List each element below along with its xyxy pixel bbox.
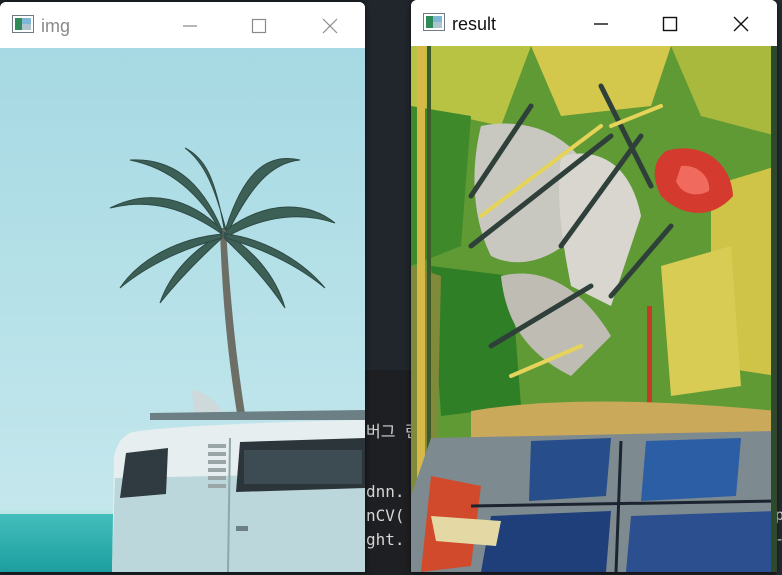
result-titlebar[interactable]: result bbox=[411, 0, 777, 46]
result-window[interactable]: result bbox=[411, 0, 777, 572]
close-icon bbox=[322, 18, 338, 34]
minimize-button[interactable] bbox=[175, 11, 205, 41]
img-titlebar[interactable]: img bbox=[0, 2, 365, 48]
opencv-window-icon bbox=[423, 13, 445, 31]
maximize-button[interactable] bbox=[244, 11, 274, 41]
img-window[interactable]: img bbox=[0, 2, 365, 572]
stylized-result-image bbox=[411, 46, 777, 572]
maximize-button[interactable] bbox=[655, 9, 685, 39]
ide-text-line-4: ght. bbox=[366, 530, 405, 549]
minimize-icon bbox=[594, 23, 608, 25]
ide-text-line-2: dnn. bbox=[366, 482, 405, 501]
close-button[interactable] bbox=[315, 11, 345, 41]
minimize-icon bbox=[183, 25, 197, 27]
close-icon bbox=[733, 16, 749, 32]
close-button[interactable] bbox=[726, 9, 756, 39]
window-title: img bbox=[41, 16, 71, 36]
maximize-icon bbox=[662, 16, 678, 32]
original-image bbox=[0, 48, 365, 572]
minimize-button[interactable] bbox=[586, 9, 616, 39]
opencv-window-icon bbox=[12, 15, 34, 33]
ide-text-line-3: nCV( bbox=[366, 506, 405, 525]
maximize-icon bbox=[251, 18, 267, 34]
window-title: result bbox=[452, 14, 497, 34]
